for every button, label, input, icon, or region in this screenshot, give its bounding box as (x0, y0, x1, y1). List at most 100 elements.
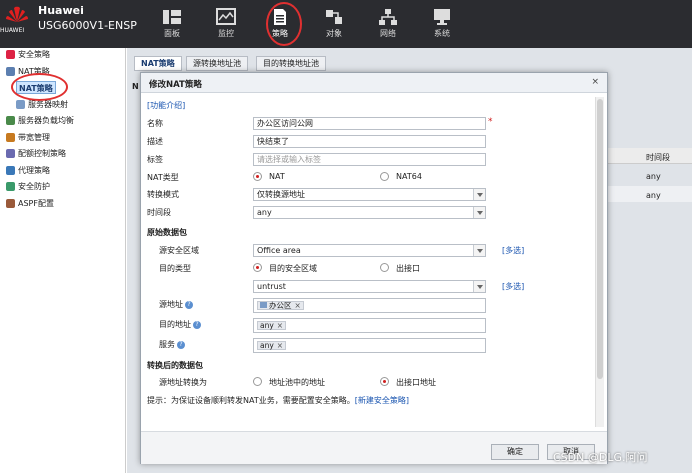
chevron-down-icon (473, 189, 485, 200)
table-cell: any (646, 172, 661, 181)
nat-type-nat-radio[interactable] (253, 172, 262, 181)
sidebar-item-aspf[interactable]: ASPF配置 (6, 197, 54, 210)
dst-type-zone-radio[interactable] (253, 263, 262, 272)
description-label: 描述 (147, 137, 163, 146)
nav-label: 面板 (164, 29, 180, 38)
tab-source-pool[interactable]: 源转换地址池 (186, 56, 248, 71)
tag-label: 标签 (147, 155, 163, 164)
convert-interface-label: 出接口地址 (396, 378, 436, 387)
description-input[interactable]: 快结束了 (253, 135, 486, 148)
help-icon[interactable]: ? (185, 300, 193, 309)
dialog-header: 修改NAT策略 × (141, 73, 607, 93)
server-icon (16, 100, 25, 109)
dst-zone-select[interactable]: untrust (253, 280, 486, 293)
watermark: CSDN @DLG.阿问 (553, 451, 648, 464)
sidebar-item-bandwidth[interactable]: 带宽管理 (6, 131, 50, 144)
sidebar-item-security-protection[interactable]: 安全防护 (6, 180, 50, 193)
convert-interface-radio[interactable] (380, 377, 389, 386)
proxy-icon (6, 166, 15, 175)
translated-packet-section: 转换后的数据包 (147, 361, 203, 370)
src-zone-select[interactable]: Office area (253, 244, 486, 257)
column-header-bg (608, 148, 640, 164)
nav-dashboard[interactable]: 面板 (152, 8, 192, 39)
new-security-policy-link[interactable]: [新建安全策略] (355, 396, 409, 405)
nav-monitor[interactable]: 监控 (206, 8, 246, 39)
sidebar-item-security-policy[interactable]: 安全策略 (6, 48, 50, 61)
dst-type-zone-label: 目的安全区域 (269, 264, 317, 273)
service-input[interactable]: any × (253, 338, 486, 353)
edit-nat-policy-dialog: 修改NAT策略 × [功能介绍] 名称 办公区访问公网 * 描述 快结束了 标签… (140, 72, 608, 464)
bandwidth-icon (6, 133, 15, 142)
column-header-time: 时间段 (640, 148, 692, 164)
src-addr-input[interactable]: 办公区 × (253, 298, 486, 313)
chevron-down-icon (473, 245, 485, 256)
sidebar-item-quota[interactable]: 配额控制策略 (6, 147, 66, 160)
required-mark: * (488, 117, 493, 127)
time-select[interactable]: any (253, 206, 486, 219)
annotation-circle (266, 2, 302, 46)
remove-icon[interactable]: × (295, 301, 301, 310)
nav-system[interactable]: 系统 (422, 8, 462, 39)
mode-select[interactable]: 仅转换源地址 (253, 188, 486, 201)
multi-select-link[interactable]: [多选] (502, 245, 524, 256)
nav-label: 对象 (326, 29, 342, 38)
top-bar: HUAWEI Huawei USG6000V1-ENSP 面板 监控 策略 对象… (0, 0, 692, 48)
nav-network[interactable]: 网络 (368, 8, 408, 39)
src-zone-label: 源安全区域 (159, 246, 199, 255)
scrollbar-thumb[interactable] (597, 99, 603, 379)
protection-icon (6, 182, 15, 191)
name-input[interactable]: 办公区访问公网 (253, 117, 486, 130)
service-tag: any × (257, 341, 287, 350)
convert-pool-label: 地址池中的地址 (269, 378, 325, 387)
close-icon[interactable]: × (591, 77, 599, 87)
help-icon[interactable]: ? (177, 340, 185, 349)
time-label: 时间段 (147, 208, 171, 217)
help-link[interactable]: [功能介绍] (147, 100, 185, 111)
dst-type-label: 目的类型 (159, 264, 191, 273)
address-tag: any × (257, 321, 287, 330)
brand-name: Huawei (38, 4, 84, 17)
tag-input[interactable]: 请选择或输入标签 (253, 153, 486, 166)
service-label: 服务? (159, 339, 185, 350)
address-tag: 办公区 × (257, 301, 304, 310)
tab-destination-pool[interactable]: 目的转换地址池 (256, 56, 326, 71)
quota-icon (6, 149, 15, 158)
ok-button[interactable]: 确定 (491, 444, 539, 460)
nat-type-label: NAT类型 (147, 173, 179, 182)
logo-text: HUAWEI (0, 27, 25, 34)
aspf-icon (6, 199, 15, 208)
hint-text: 提示：为保证设备顺利转发NAT业务，需要配置安全策略。[新建安全策略] (147, 396, 409, 405)
dialog-body: [功能介绍] 名称 办公区访问公网 * 描述 快结束了 标签 请选择或输入标签 … (141, 94, 591, 430)
monitor-icon (216, 8, 236, 25)
help-icon[interactable]: ? (193, 320, 201, 329)
sidebar-item-proxy[interactable]: 代理策略 (6, 164, 50, 177)
sidebar-item-server-lb[interactable]: 服务器负载均衡 (6, 114, 74, 127)
address-group-icon (260, 302, 267, 308)
shield-icon (6, 50, 15, 59)
dst-type-interface-radio[interactable] (380, 263, 389, 272)
dst-addr-input[interactable]: any × (253, 318, 486, 333)
folder-icon (6, 67, 15, 76)
nav-label: 监控 (218, 29, 234, 38)
dialog-footer: 确定 取消 (141, 431, 607, 464)
original-packet-section: 原始数据包 (147, 228, 187, 237)
nat-type-nat64-radio[interactable] (380, 172, 389, 181)
nav-object[interactable]: 对象 (314, 8, 354, 39)
src-convert-label: 源地址转换为 (159, 378, 207, 387)
device-model: USG6000V1-ENSP (38, 19, 137, 32)
remove-icon[interactable]: × (277, 321, 283, 330)
nat-type-nat64-label: NAT64 (396, 172, 422, 181)
mode-label: 转换模式 (147, 190, 179, 199)
huawei-logo (6, 6, 28, 23)
tab-nat-policy[interactable]: NAT策略 (134, 56, 182, 71)
chevron-down-icon (473, 207, 485, 218)
vertical-scrollbar[interactable] (595, 97, 604, 427)
remove-icon[interactable]: × (277, 341, 283, 350)
network-icon (379, 9, 397, 25)
balance-icon (6, 116, 15, 125)
name-label: 名称 (147, 119, 163, 128)
chevron-down-icon (473, 281, 485, 292)
nat-type-nat-label: NAT (269, 172, 285, 181)
multi-select-link[interactable]: [多选] (502, 281, 524, 292)
convert-pool-radio[interactable] (253, 377, 262, 386)
